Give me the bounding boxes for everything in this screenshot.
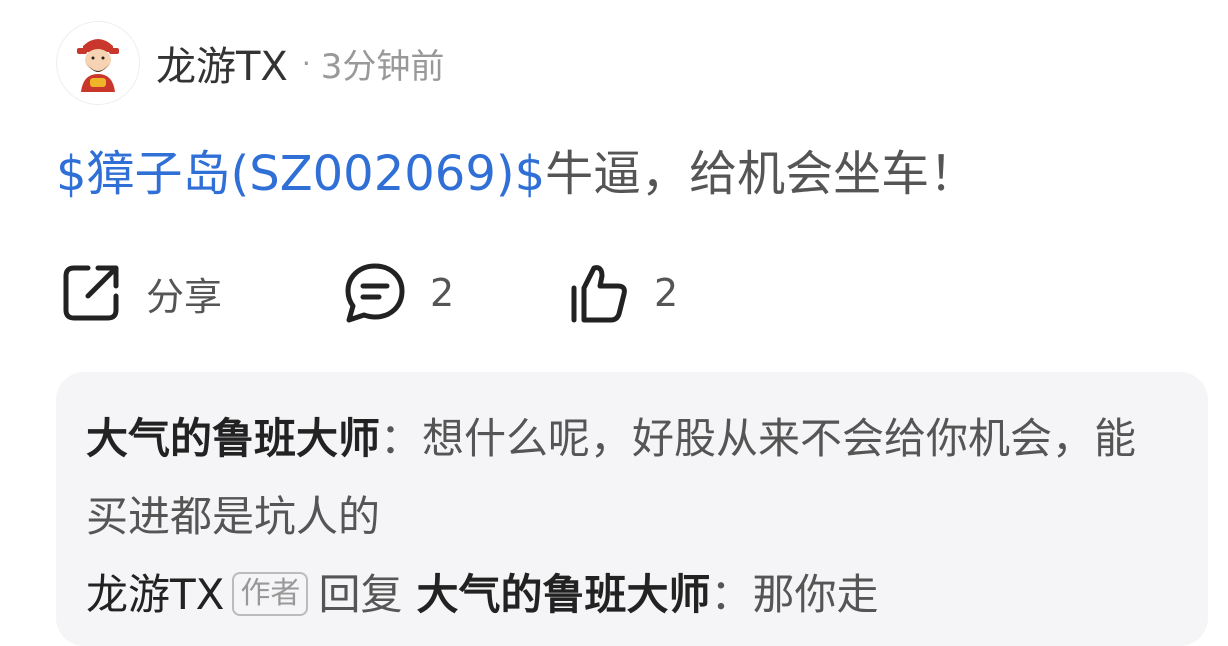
author-badge: 作者 xyxy=(232,572,309,616)
reply-word: 回复 xyxy=(318,570,403,619)
post-content: 牛逼，给机会坐车！ xyxy=(545,146,978,202)
share-button[interactable]: 分享 xyxy=(56,256,222,330)
reply-text: 那你走 xyxy=(752,570,879,619)
post-time: 3分钟前 xyxy=(320,46,445,87)
action-bar: 分享 2 2 xyxy=(56,256,756,330)
share-icon xyxy=(56,258,126,328)
stock-link[interactable]: $獐子岛(SZ002069)$ xyxy=(56,146,545,202)
post-text: $獐子岛(SZ002069)$牛逼，给机会坐车！ xyxy=(56,138,977,210)
share-label: 分享 xyxy=(146,274,223,319)
reply-box: 大气的鲁班大师：想什么呢，好股从来不会给你机会，能买进都是坑人的 龙游TX 作者回… xyxy=(56,372,1208,646)
comment-button[interactable]: 2 xyxy=(340,256,454,330)
avatar[interactable] xyxy=(56,21,140,105)
reply-item[interactable]: 大气的鲁班大师：想什么呢，好股从来不会给你机会，能买进都是坑人的 xyxy=(86,400,1176,556)
post-header: 龙游TX · 3分钟前 xyxy=(56,20,444,106)
comment-count: 2 xyxy=(430,271,455,315)
like-count: 2 xyxy=(654,271,679,315)
reply-separator: ： xyxy=(380,414,423,463)
separator-dot: · xyxy=(301,46,311,80)
avatar-icon xyxy=(77,39,119,92)
author-name[interactable]: 龙游TX xyxy=(156,34,288,92)
reply-author[interactable]: 龙游TX xyxy=(86,570,224,619)
reply-author[interactable]: 大气的鲁班大师 xyxy=(86,414,380,463)
comment-icon xyxy=(340,258,410,328)
reply-separator: ： xyxy=(710,570,753,619)
thumbs-up-icon xyxy=(564,258,634,328)
like-button[interactable]: 2 xyxy=(564,256,678,330)
reply-target[interactable]: 大气的鲁班大师 xyxy=(416,570,710,619)
reply-item[interactable]: 龙游TX 作者 回复 大气的鲁班大师：那你走 xyxy=(86,556,1176,634)
